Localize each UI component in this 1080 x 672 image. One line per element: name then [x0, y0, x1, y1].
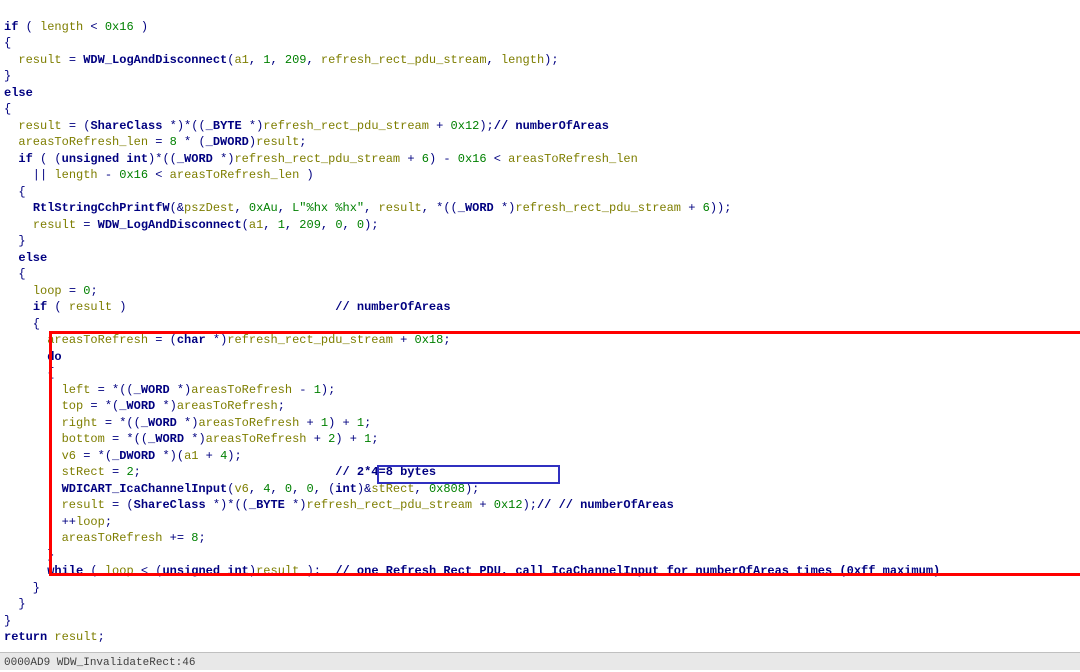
line: bottom = *((_WORD *)areasToRefresh + 2) … — [4, 432, 379, 446]
line: { — [4, 36, 11, 50]
line: else — [4, 251, 47, 265]
line: result = WDW_LogAndDisconnect(a1, 1, 209… — [4, 53, 559, 67]
line: top = *(_WORD *)areasToRefresh; — [4, 399, 285, 413]
line: { — [4, 185, 26, 199]
line: else — [4, 86, 33, 100]
decompiled-code-view: if ( length < 0x16 ) { result = WDW_LogA… — [0, 0, 1080, 648]
status-bar: 0000AD9 WDW_InvalidateRect:46 — [0, 652, 1080, 670]
line: stRect = 2; // 2*4=8 bytes — [4, 465, 436, 479]
line: areasToRefresh = (char *)refresh_rect_pd… — [4, 333, 451, 347]
line: } — [4, 581, 40, 595]
line: } — [4, 548, 54, 562]
line: { — [4, 366, 54, 380]
line: { — [4, 317, 40, 331]
line: result = (ShareClass *)*((_BYTE *)refres… — [4, 498, 674, 512]
line: { — [4, 267, 26, 281]
line: do — [4, 350, 62, 364]
line: areasToRefresh_len = 8 * (_DWORD)result; — [4, 135, 307, 149]
line: return result; — [4, 630, 105, 644]
line: RtlStringCchPrintfW(&pszDest, 0xAu, L"%h… — [4, 201, 731, 215]
line: } — [4, 234, 26, 248]
line: } — [4, 69, 11, 83]
line: result = WDW_LogAndDisconnect(a1, 1, 209… — [4, 218, 379, 232]
line: || length - 0x16 < areasToRefresh_len ) — [4, 168, 314, 182]
status-address: 0000AD9 WDW_InvalidateRect:46 — [4, 657, 195, 669]
line: loop = 0; — [4, 284, 98, 298]
line: if ( length < 0x16 ) — [4, 20, 148, 34]
line: { — [4, 102, 11, 116]
line: if ( result ) // numberOfAreas — [4, 300, 451, 314]
line: while ( loop < (unsigned int)result ); /… — [4, 564, 940, 578]
line: if ( (unsigned int)*((_WORD *)refresh_re… — [4, 152, 638, 166]
line: } — [4, 614, 11, 628]
line: } — [4, 597, 26, 611]
line: ++loop; — [4, 515, 112, 529]
line: v6 = *(_DWORD *)(a1 + 4); — [4, 449, 242, 463]
line: right = *((_WORD *)areasToRefresh + 1) +… — [4, 416, 371, 430]
line: result = (ShareClass *)*((_BYTE *)refres… — [4, 119, 609, 133]
line: left = *((_WORD *)areasToRefresh - 1); — [4, 383, 335, 397]
line: areasToRefresh += 8; — [4, 531, 206, 545]
line: WDICART_IcaChannelInput(v6, 4, 0, 0, (in… — [4, 482, 479, 496]
